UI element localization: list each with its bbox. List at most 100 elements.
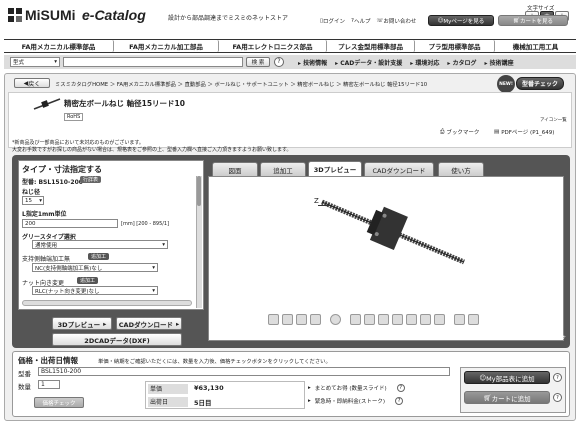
plugin-note: 「3Dプレビュー」にはプラグインが必要です [468,336,566,341]
model-label: 型番: BSL1510-200 [22,179,83,186]
cad-2d-button[interactable]: 2DCADデータ(DXF) [52,333,182,346]
preview-3d-button[interactable]: 3Dプレビュー ▸ [52,317,112,330]
support-select[interactable]: NC(支持側軸端加工無)なし ▾ [32,263,158,272]
nav-fa-mech-standard[interactable]: FA用メカニカル標準部品 [4,40,114,52]
help-icon[interactable]: ? [396,384,405,392]
search-help-icon[interactable]: ? [274,57,284,67]
mypage-button[interactable]: ☺ Myページを見る [428,15,494,26]
product-title: 精密左ボールねじ 軸径15リード10 [64,99,185,108]
view-top-icon[interactable] [310,314,321,325]
pdf-link[interactable]: ▤ PDFページ (P1_649) [494,128,554,136]
chevron-right-icon: ▸ [103,319,107,328]
iso-4-icon[interactable] [392,314,403,325]
tab-drawing[interactable]: 図面 [212,162,258,176]
login-link[interactable]: ▯ ログイン [320,17,345,25]
axis-indicator-icon [318,205,330,206]
cut-icon[interactable] [454,314,465,325]
nut-addon-badge[interactable]: 追加工 [77,277,99,284]
tech-course-link[interactable]: ▸ 技術講座 [485,58,514,67]
rohs-badge: RoHS [64,113,84,121]
nav-plastic-mold[interactable]: プラ型用標準部品 [415,40,495,52]
search-input[interactable] [63,57,243,67]
chevron-down-icon: ▾ [39,197,42,204]
help-link[interactable]: ? ヘルプ [351,17,370,25]
price-check-button[interactable]: 価格チェック [34,397,84,408]
chevron-down-icon: ▾ [162,241,165,248]
tagline: 設計から部品調達までミスミのネットストア [168,15,289,22]
environment-link[interactable]: ▸ 環境対応 [410,58,439,67]
category-nav: FA用メカニカル標準部品 FA用メカニカル加工部品 FA用エレクトロニクス部品 … [4,39,576,53]
notice-2: 大変お手数ですがお探しの商品がない場合は、規格表をご参照の上、型番入力欄へ直接ご… [12,147,292,153]
new-badge: NEW! [497,75,515,93]
add-to-mylist-button[interactable]: ☺ My部品表に追加 [464,371,550,384]
tab-3d-preview[interactable]: 3Dプレビュー [308,161,362,176]
chevron-down-icon: ▾ [152,287,155,294]
spec-scrollbar-thumb[interactable] [197,176,201,206]
cad-support-link[interactable]: ▸ CADデータ・設計支援 [335,58,402,67]
cad-download-button[interactable]: CADダウンロード ▸ [116,317,182,330]
tab-cad-download[interactable]: CADダウンロード [364,162,434,176]
nut-select[interactable]: RLC(ナット向き変更)なし ▾ [32,286,158,295]
view-side-icon[interactable] [296,314,307,325]
phone-icon: ☏ [376,18,384,24]
cart-icon: 🛒︎ [483,393,492,402]
mylist-icon: ☺ [479,373,487,382]
catalog-name: e-Catalog [82,7,146,23]
grease-select[interactable]: 通常使用 ▾ [32,240,168,249]
length-input[interactable]: 200 [22,219,118,228]
cart-help-icon[interactable]: ? [553,393,562,402]
header-links: ▯ ログイン ? ヘルプ ☏ お問い合わせ [320,17,416,25]
bulk-discount-link[interactable]: ▸ まとめてお得 (数量スライド) ? [308,384,405,392]
iso-3-icon[interactable] [378,314,389,325]
catalog-link[interactable]: ▸ カタログ [447,58,476,67]
unit-price-value: ¥63,130 [194,384,224,392]
nav-press-die[interactable]: プレス金型用標準部品 [327,40,415,52]
price-model-field[interactable]: BSL1510-200 [38,367,450,376]
misumi-logo-icon[interactable] [8,8,22,22]
help-doc-icon[interactable] [468,314,479,325]
express-link[interactable]: ▸ 緊急時・即納料金(ストーク) ? [308,397,404,405]
tab-how-to-use[interactable]: 使い方 [438,162,484,176]
price-model-label: 型番 [18,370,31,378]
support-addon-badge[interactable]: 追加工 [88,253,110,260]
iso-6-icon[interactable] [420,314,431,325]
back-button[interactable]: ◀ 戻く [14,78,50,88]
search-button[interactable]: 検 索 [246,57,270,67]
tab-additional-machining[interactable]: 追加工 [260,162,306,176]
spec-table-button[interactable]: 行詳表 [80,176,102,183]
chevron-down-icon: ▾ [152,264,155,271]
product-thumbnail [32,95,62,113]
ball-screw-3d-model[interactable] [318,188,468,268]
chevron-down-icon: ▾ [54,59,57,65]
add-to-cart-button[interactable]: 🛒︎ カートに追加 [464,391,550,404]
view-front-icon[interactable] [268,314,279,325]
search-type-select[interactable]: 型式 ▾ [10,57,60,67]
spec-hscrollbar[interactable] [22,300,192,306]
iso-5-icon[interactable] [406,314,417,325]
iso-7-icon[interactable] [434,314,445,325]
search-quick-links: ▸ 技術情報 ▸ CADデータ・設計支援 ▸ 環境対応 ▸ カタログ ▸ 技術講… [298,58,514,67]
model-check-button[interactable]: 型番チェック [516,77,564,90]
cart-button[interactable]: 🛒︎ カートを見る [498,15,568,26]
nav-fa-mech-machined[interactable]: FA用メカニカル加工部品 [114,40,219,52]
iso-1-icon[interactable] [350,314,361,325]
breadcrumb: ミスミカタログHOME ＞ FA用メカニカル標準部品 ＞ 直動部品 ＞ ボールね… [55,82,428,88]
nav-fa-electronics[interactable]: FA用エレクトロニクス部品 [219,40,327,52]
icon-list-link[interactable]: アイコン一覧 [540,117,567,123]
brand-name[interactable]: MiSUMi [25,7,76,23]
tech-info-link[interactable]: ▸ 技術情報 [298,58,327,67]
contact-link[interactable]: ☏ お問い合わせ [376,17,416,25]
iso-2-icon[interactable] [364,314,375,325]
quantity-input[interactable]: 1 [38,380,60,389]
view-back-icon[interactable] [282,314,293,325]
nav-cutting-tools[interactable]: 機械加工用工具 [495,40,576,52]
shaft-label: ねじ径 [22,189,41,196]
shaft-select[interactable]: 15 ▾ [22,196,44,205]
quantity-label: 数量 [18,383,31,391]
mylist-help-icon[interactable]: ? [553,373,562,382]
zoom-icon[interactable] [330,314,341,325]
support-label: 支持側軸端加工無 [22,256,71,263]
ship-date-value: 5日目 [194,399,212,407]
help-icon[interactable]: ? [395,397,404,405]
bookmark-link[interactable]: ⎙ ブックマーク [440,128,479,137]
